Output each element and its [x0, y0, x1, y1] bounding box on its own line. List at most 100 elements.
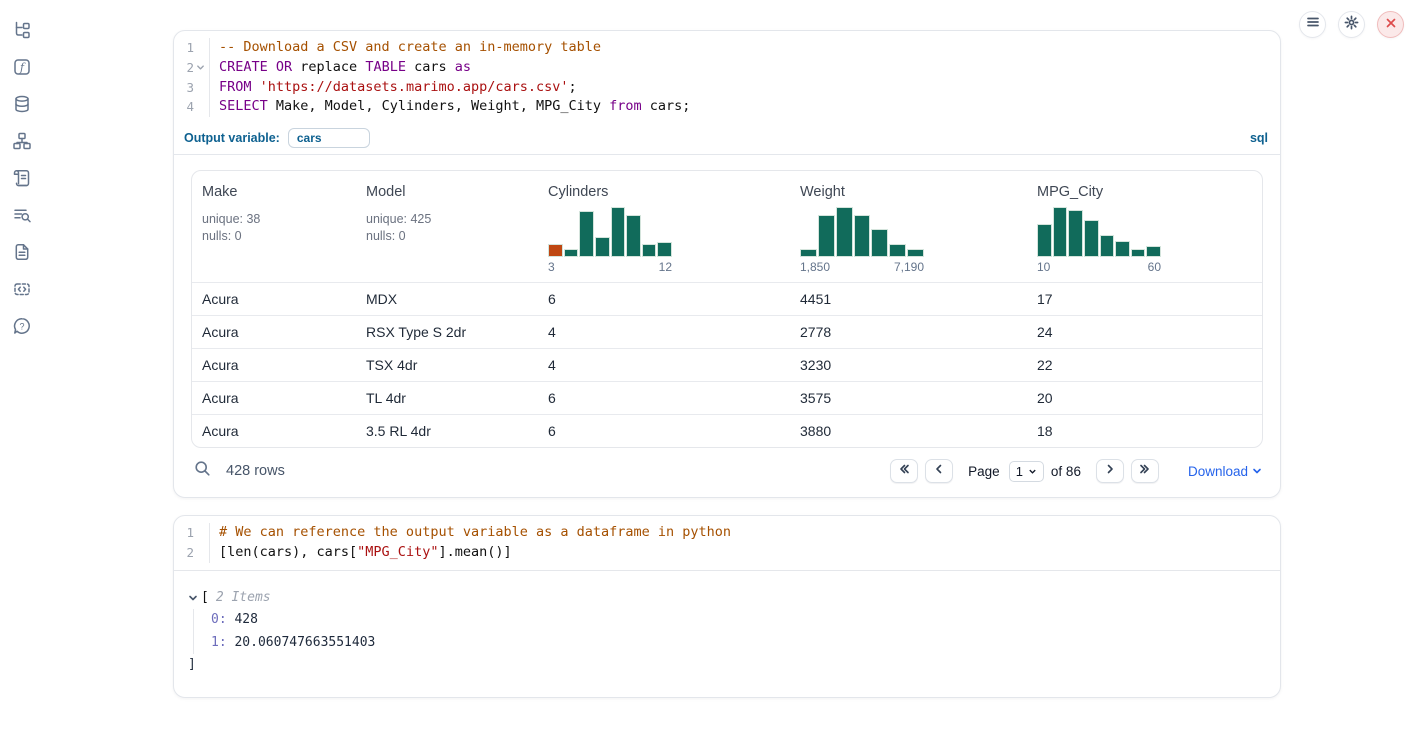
- column-header-model[interactable]: Model unique: 425nulls: 0: [356, 171, 538, 283]
- line-number: 2: [186, 543, 194, 563]
- help-circle-icon: ?: [12, 316, 32, 341]
- last-page-button[interactable]: [1131, 459, 1159, 483]
- page-select[interactable]: 1: [1009, 461, 1044, 482]
- line-number: 1: [186, 38, 194, 58]
- column-stats: unique: 38nulls: 0: [202, 211, 352, 244]
- python-comment: # We can reference the output variable a…: [219, 524, 731, 540]
- topbar-controls: [1299, 11, 1404, 38]
- mpg-city-histogram[interactable]: 1060: [1037, 204, 1161, 274]
- histogram-bar[interactable]: [800, 249, 817, 257]
- histogram-bar[interactable]: [626, 215, 641, 257]
- python-code-editor[interactable]: 1 # We can reference the output variable…: [174, 516, 1280, 570]
- fold-chevron-icon[interactable]: [194, 61, 207, 74]
- histogram-bar[interactable]: [564, 249, 579, 257]
- sql-comment: -- Download a CSV and create an in-memor…: [219, 39, 601, 55]
- table-output: Make unique: 38nulls: 0 Model unique: 42…: [174, 155, 1280, 448]
- histogram-bar[interactable]: [1146, 246, 1161, 257]
- table-row: AcuraRSX Type S 2dr4277824: [192, 316, 1262, 349]
- output-variable-input[interactable]: [288, 128, 370, 148]
- sidebar-item-snippets[interactable]: [11, 280, 33, 302]
- histogram-bar[interactable]: [1037, 224, 1052, 257]
- histogram-bar[interactable]: [548, 244, 563, 257]
- sidebar-item-variables[interactable]: f: [11, 58, 33, 80]
- output-variable-label: Output variable:: [184, 131, 280, 145]
- histogram-bar[interactable]: [595, 237, 610, 257]
- histogram-bar[interactable]: [1115, 241, 1130, 257]
- chevrons-left-icon: [898, 462, 910, 480]
- next-page-button[interactable]: [1096, 459, 1124, 483]
- histogram-bar[interactable]: [1131, 249, 1146, 257]
- menu-button[interactable]: [1299, 11, 1326, 38]
- first-page-button[interactable]: [890, 459, 918, 483]
- file-tree-icon: [12, 20, 32, 45]
- sidebar-item-documentation[interactable]: [11, 243, 33, 265]
- dependency-graph-icon: [12, 131, 32, 156]
- list-entry: 0: 428: [211, 609, 1262, 632]
- histogram-bar[interactable]: [1068, 210, 1083, 258]
- cylinders-histogram[interactable]: 312: [548, 204, 672, 274]
- code-line: 4 SELECT Make, Model, Cylinders, Weight,…: [174, 97, 1280, 117]
- sql-code-editor[interactable]: 1 -- Download a CSV and create an in-mem…: [174, 31, 1280, 124]
- histogram-bar[interactable]: [611, 207, 626, 257]
- sidebar-item-file-explorer[interactable]: [11, 21, 33, 43]
- shutdown-button[interactable]: [1377, 11, 1404, 38]
- histogram-bar[interactable]: [854, 215, 871, 257]
- sql-cell: 1 -- Download a CSV and create an in-mem…: [173, 30, 1281, 498]
- settings-button[interactable]: [1338, 11, 1365, 38]
- line-number: 4: [186, 97, 194, 117]
- histogram-bar[interactable]: [1100, 235, 1115, 257]
- histogram-bar[interactable]: [579, 211, 594, 258]
- table-row: AcuraTL 4dr6357520: [192, 382, 1262, 415]
- sidebar-item-outline[interactable]: [11, 169, 33, 191]
- histogram-bar[interactable]: [1084, 220, 1099, 257]
- list-close-bracket: ]: [188, 654, 1262, 677]
- output-variable-row: Output variable: sql: [174, 124, 1280, 155]
- document-icon: [12, 242, 32, 267]
- gear-icon: [1344, 15, 1359, 35]
- sidebar-item-dependency-graph[interactable]: [11, 132, 33, 154]
- histogram-bar[interactable]: [818, 215, 835, 257]
- page-total: of 86: [1051, 464, 1081, 479]
- histogram-bar[interactable]: [907, 249, 924, 257]
- python-cell: 1 # We can reference the output variable…: [173, 515, 1281, 698]
- column-header-cylinders[interactable]: Cylinders 312: [538, 171, 790, 283]
- chevron-down-icon: [1028, 464, 1037, 479]
- sidebar-item-help[interactable]: ?: [11, 317, 33, 339]
- code-snippet-icon: [12, 279, 32, 304]
- weight-histogram[interactable]: 1,8507,190: [800, 204, 924, 274]
- histogram-bar[interactable]: [1053, 207, 1068, 257]
- search-icon: [194, 460, 211, 482]
- code-line: 3 FROM 'https://datasets.marimo.app/cars…: [174, 78, 1280, 98]
- language-badge: sql: [1250, 131, 1268, 145]
- table-row: AcuraMDX6445117: [192, 283, 1262, 316]
- chevron-down-icon: [1252, 464, 1262, 479]
- histogram-bar[interactable]: [889, 244, 906, 257]
- histogram-bar[interactable]: [657, 242, 672, 257]
- previous-page-button[interactable]: [925, 459, 953, 483]
- database-icon: [12, 94, 32, 119]
- histogram-bar[interactable]: [871, 229, 888, 257]
- line-number: 2: [186, 58, 194, 78]
- menu-icon: [1306, 15, 1320, 34]
- chevron-right-icon: [1104, 462, 1116, 480]
- list-open-bracket: [: [201, 587, 209, 610]
- close-icon: [1385, 16, 1397, 34]
- code-line: 2 CREATE OR replace TABLE cars as: [174, 58, 1280, 78]
- line-number: 1: [186, 523, 194, 543]
- column-header-weight[interactable]: Weight 1,8507,190: [790, 171, 1027, 283]
- list-item-count: 2 Items: [216, 587, 271, 610]
- line-number: 3: [186, 78, 194, 98]
- histogram-bar[interactable]: [836, 207, 853, 257]
- download-button[interactable]: Download: [1188, 464, 1262, 479]
- column-header-mpg-city[interactable]: MPG_City 1060: [1027, 171, 1262, 283]
- sidebar-item-data-sources[interactable]: [11, 95, 33, 117]
- column-header-make[interactable]: Make unique: 38nulls: 0: [192, 171, 356, 283]
- chevrons-right-icon: [1139, 462, 1151, 480]
- code-line: 2 [len(cars), cars["MPG_City"].mean()]: [174, 543, 1280, 563]
- pagination: Page 1 of 86 Download: [890, 459, 1262, 483]
- search-button[interactable]: [194, 460, 211, 482]
- collapse-chevron-icon[interactable]: [188, 593, 200, 603]
- sidebar-item-logs[interactable]: [11, 206, 33, 228]
- function-square-icon: f: [12, 57, 32, 82]
- histogram-bar[interactable]: [642, 244, 657, 257]
